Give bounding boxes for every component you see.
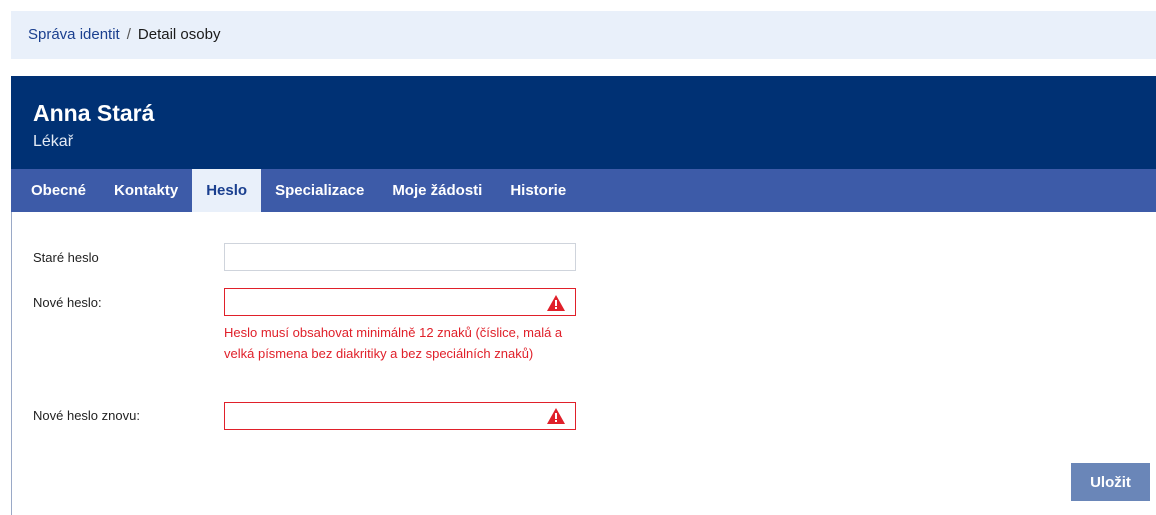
old-password-label: Staré heslo	[33, 250, 99, 265]
save-button[interactable]: Uložit	[1071, 463, 1150, 501]
confirm-password-label: Nové heslo znovu:	[33, 408, 140, 423]
tab-general[interactable]: Obecné	[17, 169, 100, 212]
breadcrumb-current: Detail osoby	[137, 26, 221, 43]
new-password-input[interactable]	[224, 288, 576, 316]
tab-history[interactable]: Historie	[496, 169, 580, 212]
old-password-input[interactable]	[224, 243, 576, 271]
password-error-message: Heslo musí obsahovat minimálně 12 znaků …	[224, 325, 563, 361]
warning-triangle-icon	[547, 295, 565, 311]
person-name: Anna Stará	[33, 100, 155, 126]
warning-triangle-icon	[547, 408, 565, 424]
confirm-password-input[interactable]	[224, 402, 576, 430]
person-role: Lékař	[33, 133, 74, 150]
breadcrumb-separator: /	[126, 26, 131, 43]
tab-contacts[interactable]: Kontakty	[100, 169, 192, 212]
tab-bar: Obecné Kontakty Heslo Specializace Moje …	[11, 169, 1156, 212]
new-password-label: Nové heslo:	[33, 295, 102, 310]
tab-my-requests[interactable]: Moje žádosti	[378, 169, 496, 212]
person-header: Anna Stará Lékař	[11, 76, 1156, 169]
tab-password[interactable]: Heslo	[192, 169, 262, 212]
breadcrumb: Správa identit / Detail osoby	[11, 11, 1156, 59]
breadcrumb-link-identity-management[interactable]: Správa identit	[28, 26, 120, 43]
tab-specialization[interactable]: Specializace	[261, 169, 378, 212]
